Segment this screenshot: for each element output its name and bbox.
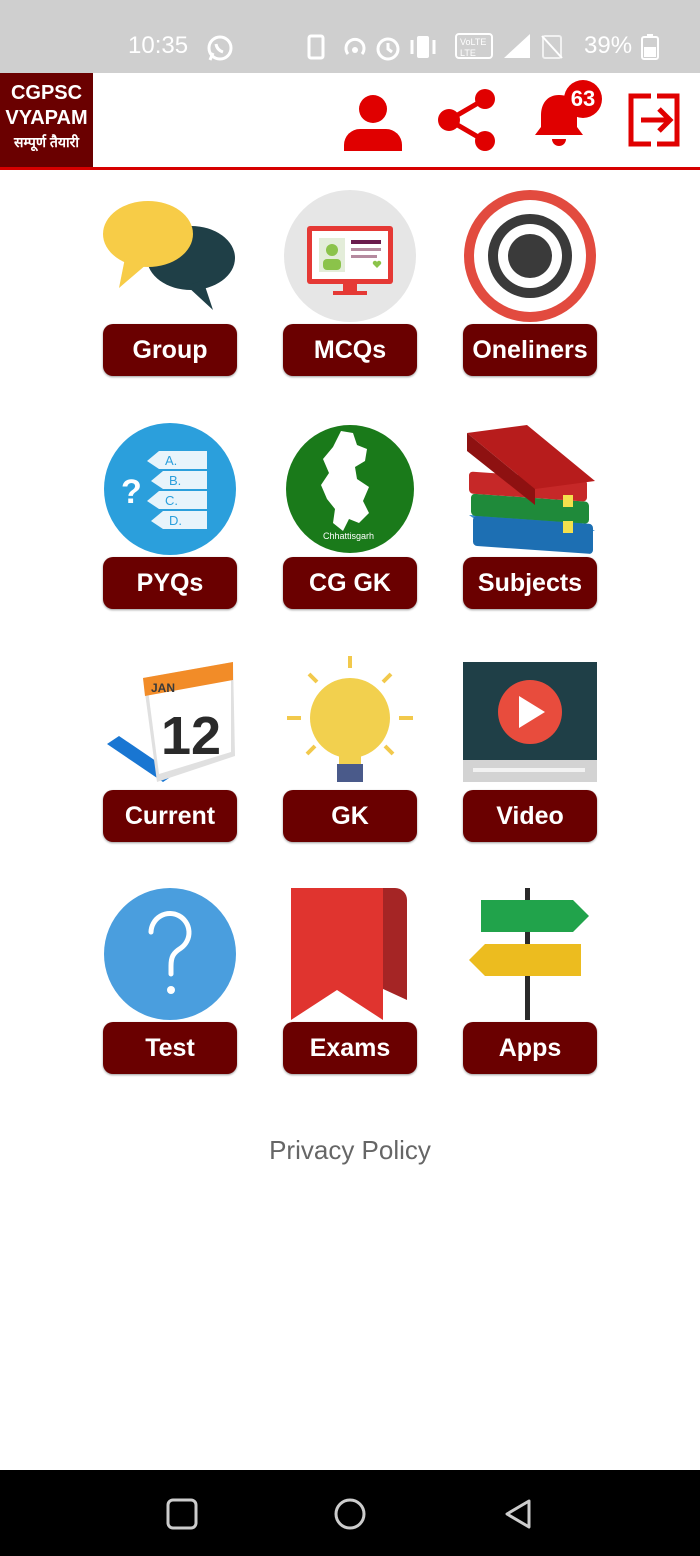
svg-text:D.: D. [169, 513, 182, 528]
grid-item-subjects[interactable]: Subjects [463, 423, 597, 613]
battery-percent: 39% [584, 32, 633, 59]
question-options-icon: ? A. B. C. D. [103, 423, 237, 555]
home-button[interactable] [328, 1492, 372, 1536]
no-sim-icon [540, 34, 564, 65]
signal-icon [502, 32, 532, 65]
share-button[interactable] [432, 85, 502, 155]
logo-line2: VYAPAM [5, 107, 88, 129]
grid-item-gk[interactable]: GK [283, 656, 417, 846]
profile-button[interactable] [338, 85, 408, 155]
question-mark-icon [103, 888, 237, 1020]
system-nav-bar [0, 1470, 700, 1556]
back-icon [505, 1499, 531, 1529]
recents-icon [166, 1498, 198, 1530]
monitor-icon [283, 190, 417, 322]
status-time: 10:35 [128, 32, 189, 59]
svg-text:A.: A. [165, 453, 177, 468]
grid-item-apps[interactable]: Apps [463, 888, 597, 1078]
grid-item-pyqs[interactable]: ? A. B. C. D. PYQs [103, 423, 237, 613]
svg-text:C.: C. [165, 493, 178, 508]
logo-line3: सम्पूर्ण तैयारी [14, 134, 79, 150]
recents-button[interactable] [160, 1492, 204, 1536]
grid-label: Video [463, 790, 597, 842]
vibrate-icon [408, 34, 438, 65]
grid-item-video[interactable]: Video [463, 656, 597, 846]
chat-bubbles-icon [103, 190, 237, 322]
grid-label: GK [283, 790, 417, 842]
grid-item-exams[interactable]: Exams [283, 888, 417, 1078]
battery-icon [640, 33, 660, 66]
grid-label: MCQs [283, 324, 417, 376]
app-logo[interactable]: CGPSC VYAPAM सम्पूर्ण तैयारी [0, 73, 93, 167]
alarm-icon [374, 34, 402, 67]
grid-item-group[interactable]: Group [103, 190, 237, 380]
lightbulb-icon [283, 656, 417, 788]
volte-icon: VoLTE LTE [454, 32, 494, 65]
bookmark-icon [283, 888, 417, 1020]
status-bar: 10:35 VoLTE LTE 39% [0, 0, 700, 73]
grid-item-cg-gk[interactable]: Chhattisgarh CG GK [283, 423, 417, 613]
grid-label: Apps [463, 1022, 597, 1074]
home-icon [334, 1498, 366, 1530]
profile-icon [344, 95, 402, 151]
grid-item-oneliners[interactable]: Oneliners [463, 190, 597, 380]
whatsapp-icon [206, 34, 234, 67]
notification-badge: 63 [564, 80, 602, 118]
grid-item-test[interactable]: Test [103, 888, 237, 1078]
logout-button[interactable] [618, 85, 688, 155]
grid-label: PYQs [103, 557, 237, 609]
privacy-policy-link[interactable]: Privacy Policy [0, 1135, 700, 1166]
chhattisgarh-map-icon: Chhattisgarh [283, 423, 417, 555]
svg-text:VoLTE: VoLTE [460, 37, 486, 47]
logo-line1: CGPSC [10, 82, 83, 104]
grid-label: Oneliners [463, 324, 597, 376]
calendar-icon: JAN 12 [103, 656, 237, 788]
grid-item-mcqs[interactable]: MCQs [283, 190, 417, 380]
video-play-icon [463, 656, 597, 788]
hotspot-icon [341, 34, 369, 65]
logout-icon [628, 93, 680, 147]
svg-text:?: ? [121, 473, 142, 511]
svg-text:B.: B. [169, 473, 181, 488]
map-caption: Chhattisgarh [323, 531, 374, 541]
grid-label: Current [103, 790, 237, 842]
grid-item-current[interactable]: JAN 12 Current [103, 656, 237, 846]
grid-label: Subjects [463, 557, 597, 609]
books-icon [463, 423, 597, 555]
share-icon [438, 89, 495, 151]
calendar-month: JAN [151, 681, 175, 695]
target-icon [463, 190, 597, 322]
signpost-icon [463, 888, 597, 1020]
grid-label: Exams [283, 1022, 417, 1074]
sim-icon [307, 34, 325, 65]
grid-label: Test [103, 1022, 237, 1074]
grid-label: CG GK [283, 557, 417, 609]
calendar-day: 12 [161, 706, 221, 766]
svg-text:LTE: LTE [460, 48, 476, 58]
grid-label: Group [103, 324, 237, 376]
back-button[interactable] [496, 1492, 540, 1536]
